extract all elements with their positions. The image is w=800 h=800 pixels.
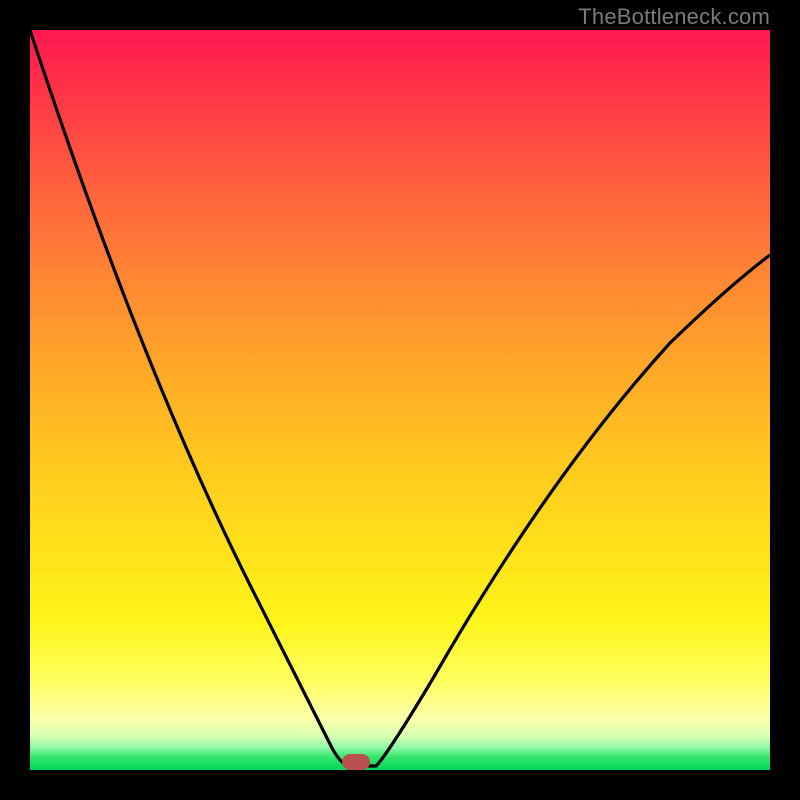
curve-path [30,30,770,766]
watermark-text: TheBottleneck.com [578,4,770,30]
minimum-marker [342,754,370,770]
chart-frame: TheBottleneck.com [0,0,800,800]
plot-area [30,30,770,770]
bottleneck-curve [30,30,770,770]
